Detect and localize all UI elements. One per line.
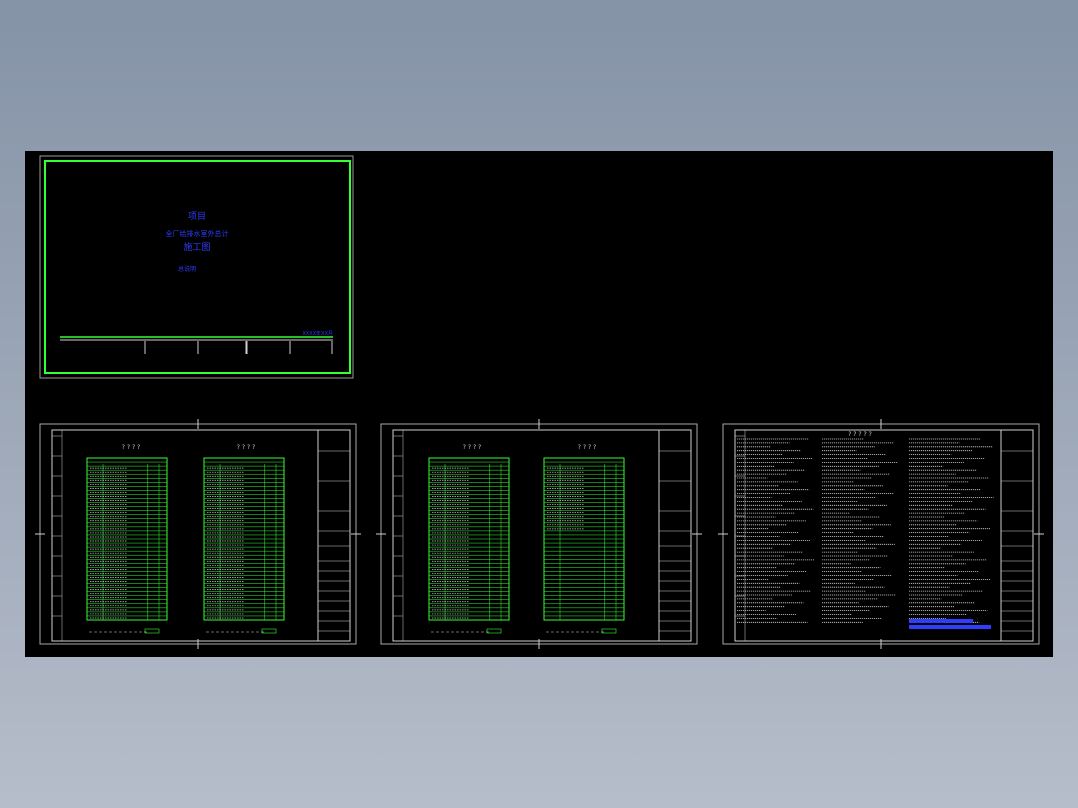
cover-line2: 全厂给排水室外总计 (166, 229, 229, 238)
cover-corner-label: XXXX年XX月 (302, 330, 333, 337)
cover-line1: 项目 (188, 211, 206, 222)
table-title: ? ? ? ? (463, 444, 481, 451)
table-stamp (486, 628, 502, 634)
cad-drawing-canvas[interactable]: 项目 全厂给排水室外总计 施工图 总说明 XXXX年XX月 ? ? ? ?? ?… (25, 151, 1053, 657)
drawing-sheet-3[interactable]: ? ? ? ? ? (718, 419, 1044, 649)
sheet-inner-frame (51, 429, 351, 642)
table-title: ? ? ? ? (122, 444, 140, 451)
note-highlight (909, 625, 991, 629)
cover-line4: 总说明 (178, 265, 196, 273)
cover-sheet[interactable]: 项目 全厂给排水室外总计 施工图 总说明 XXXX年XX月 (39, 155, 354, 379)
sheet-outer-frame (380, 423, 698, 645)
table-stamp (144, 628, 160, 634)
table-stamp (261, 628, 277, 634)
drawing-sheet-2[interactable]: ? ? ? ? ? ? ? ? (376, 419, 702, 649)
cover-line3: 施工图 (183, 241, 210, 253)
drawing-layer: 项目 全厂给排水室外总计 施工图 总说明 XXXX年XX月 ? ? ? ?? ?… (35, 155, 1044, 649)
notes-title: ? ? ? ? ? (848, 431, 872, 438)
title-block (317, 429, 351, 642)
sheet-inner-frame (734, 429, 1034, 642)
sheet-inner-frame (392, 429, 692, 642)
cover-outer-frame (39, 155, 354, 379)
table-stamp (601, 628, 617, 634)
table-title: ? ? ? ? (578, 444, 596, 451)
cover-tick-marks (144, 341, 333, 354)
sheet-outer-frame (722, 423, 1040, 645)
drawing-sheet-1[interactable]: ? ? ? ? ? ? ? ? (35, 419, 361, 649)
title-block (1000, 429, 1034, 642)
title-block (658, 429, 692, 642)
note-highlight (909, 619, 973, 623)
table-title: ? ? ? ? (237, 444, 255, 451)
